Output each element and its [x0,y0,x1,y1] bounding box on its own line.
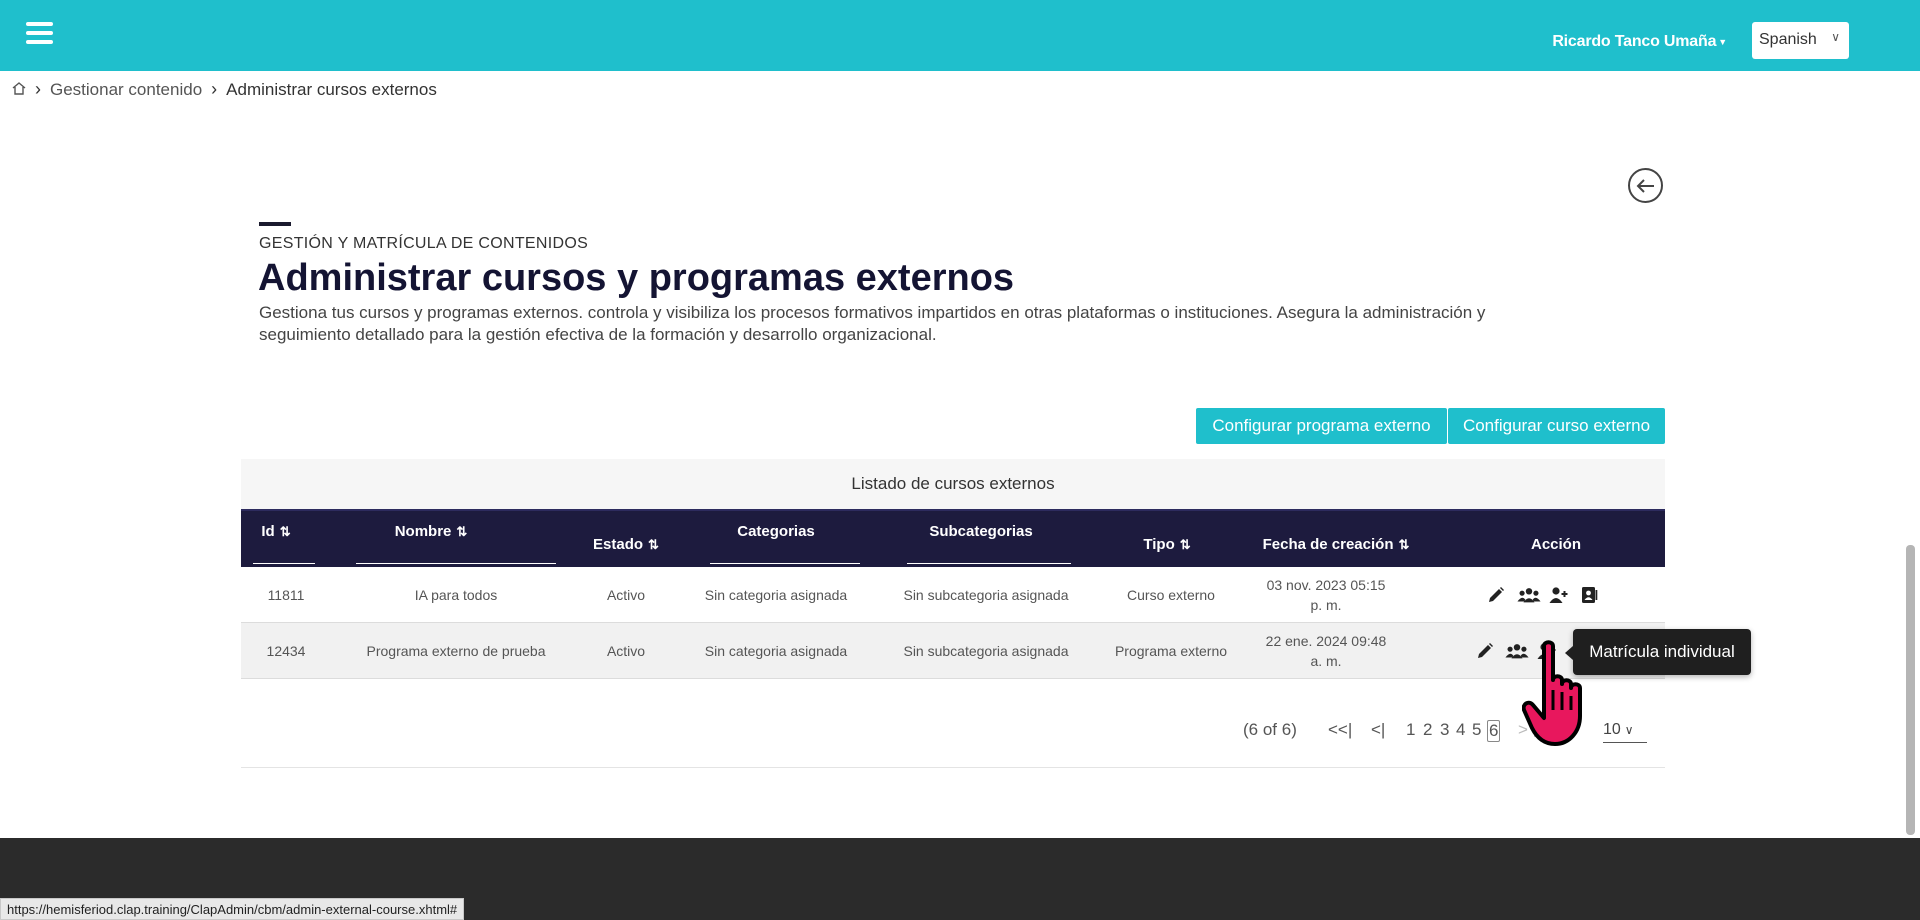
cell-id: 12434 [266,643,306,659]
column-label: Nombre [394,523,452,540]
column-subcategories: Subcategorias [896,523,1066,540]
back-button[interactable] [1628,168,1663,203]
table-caption: Listado de cursos externos [241,459,1665,509]
edit-button[interactable] [1485,584,1507,606]
chevron-down-icon: ∨ [1624,723,1634,737]
rows-per-page-select[interactable]: 10 ∨ [1603,721,1647,743]
pencil-icon [1489,587,1504,602]
cell-type: Curso externo [1127,587,1215,603]
cell-status: Activo [606,643,646,659]
column-action: Acción [1491,536,1621,553]
cell-id: 11811 [267,587,305,603]
sort-icon: ⇅ [279,524,291,539]
column-label: Tipo [1143,536,1175,553]
scrollbar[interactable] [1906,545,1915,835]
user-menu[interactable]: Ricardo Tanco Umaña ▼ [1552,33,1727,51]
cell-name: Programa externo de prueba [366,643,546,659]
cell-created: 22 ene. 2024 09:48 a. m. [1265,633,1387,669]
user-add-icon [1537,643,1556,659]
breadcrumb-item[interactable]: Gestionar contenido [50,80,202,100]
enrollment-list-button[interactable] [1578,584,1600,606]
contact-card-icon [1582,587,1598,603]
home-icon[interactable] [12,80,26,100]
table-row: 11811 IA para todos Activo Sin categoria… [241,567,1665,623]
first-page-icon[interactable]: <<| [1328,720,1352,740]
divider [241,767,1665,768]
chevron-right-icon: › [211,79,218,99]
column-created[interactable]: Fecha de creación ⇅ [1251,536,1421,553]
column-status[interactable]: Estado ⇅ [581,536,671,553]
cell-category: Sin categoria asignada [704,587,848,603]
individual-enrollment-button[interactable] [1536,640,1558,662]
group-enrollment-button[interactable] [1516,584,1542,606]
edit-button[interactable] [1474,640,1496,662]
caret-down-icon: ▼ [1718,36,1727,47]
top-bar: Ricardo Tanco Umaña ▼ Spanish ∨ [0,0,1920,71]
pagination-report: (6 of 6) [1243,720,1297,739]
configure-external-program-button[interactable]: Configurar programa externo [1196,408,1447,444]
individual-enrollment-button[interactable] [1548,584,1570,606]
column-label: Acción [1530,536,1581,553]
menu-icon[interactable] [26,22,53,44]
page-number[interactable]: 1 [1406,720,1415,740]
rows-per-page-value: 10 [1603,721,1621,738]
user-add-icon [1549,587,1568,603]
chevron-right-icon: › [35,79,41,99]
sort-icon: ⇅ [456,524,468,539]
title-accent [259,222,291,226]
page-title: Administrar cursos y programas externos [258,257,1015,299]
sort-icon: ⇅ [1398,537,1410,552]
column-type[interactable]: Tipo ⇅ [1117,536,1217,553]
prev-page-icon[interactable]: <| [1371,720,1385,740]
configure-external-course-button[interactable]: Configurar curso externo [1448,408,1665,444]
cell-subcategory: Sin subcategoria asignada [903,587,1069,603]
table-row: 12434 Programa externo de prueba Activo … [241,623,1665,679]
status-bar-url: https://hemisferiod.clap.training/ClapAd… [0,898,465,920]
sort-icon: ⇅ [648,537,659,552]
page-kicker: GESTIÓN Y MATRÍCULA DE CONTENIDOS [259,235,589,252]
page-number[interactable]: 2 [1423,720,1432,740]
column-label: Estado [593,536,644,553]
group-icon [1517,588,1541,603]
column-name[interactable]: Nombre ⇅ [351,523,511,540]
cell-name: IA para todos [414,587,498,603]
page-description: Gestiona tus cursos y programas externos… [259,303,1486,344]
arrow-left-icon [1636,178,1654,193]
language-select[interactable]: Spanish ∨ [1752,22,1849,59]
cell-status: Activo [606,587,646,603]
user-name: Ricardo Tanco Umaña [1552,33,1717,50]
filter-input[interactable] [253,563,315,564]
page-number[interactable]: 5 [1472,720,1481,740]
filter-input[interactable] [710,563,860,564]
page-number[interactable]: 3 [1440,720,1449,740]
column-label: Subcategorias [929,523,1033,540]
next-page-icon[interactable]: > [1518,720,1528,740]
column-categories: Categorias [701,523,851,540]
cell-category: Sin categoria asignada [704,643,848,659]
cell-type: Programa externo [1114,643,1228,659]
column-label: Fecha de creación [1262,536,1394,553]
cell-subcategory: Sin subcategoria asignada [903,643,1069,659]
last-page-icon[interactable]: ▶ [1534,720,1547,740]
page-number-current[interactable]: 6 [1487,720,1501,742]
pencil-icon [1478,643,1493,658]
filter-input[interactable] [907,563,1071,564]
language-value: Spanish [1759,31,1817,48]
page-number[interactable]: 4 [1456,720,1465,740]
column-id[interactable]: Id ⇅ [251,523,301,540]
group-icon [1505,644,1529,659]
sort-icon: ⇅ [1179,537,1191,552]
cell-created: 03 nov. 2023 05:15 p. m. [1266,577,1386,613]
chevron-down-icon: ∨ [1831,30,1840,44]
column-label: Categorias [737,523,815,540]
breadcrumb-current: Administrar cursos externos [226,79,437,99]
tooltip: Matrícula individual [1565,629,1751,675]
table-header: Id ⇅ Nombre ⇅ Estado ⇅ Categorias Subcatego… [241,509,1665,567]
filter-input[interactable] [356,563,556,564]
breadcrumb: › Gestionar contenido › Administrar curs… [12,79,437,100]
column-label: Id [261,523,275,540]
group-enrollment-button[interactable] [1504,640,1530,662]
